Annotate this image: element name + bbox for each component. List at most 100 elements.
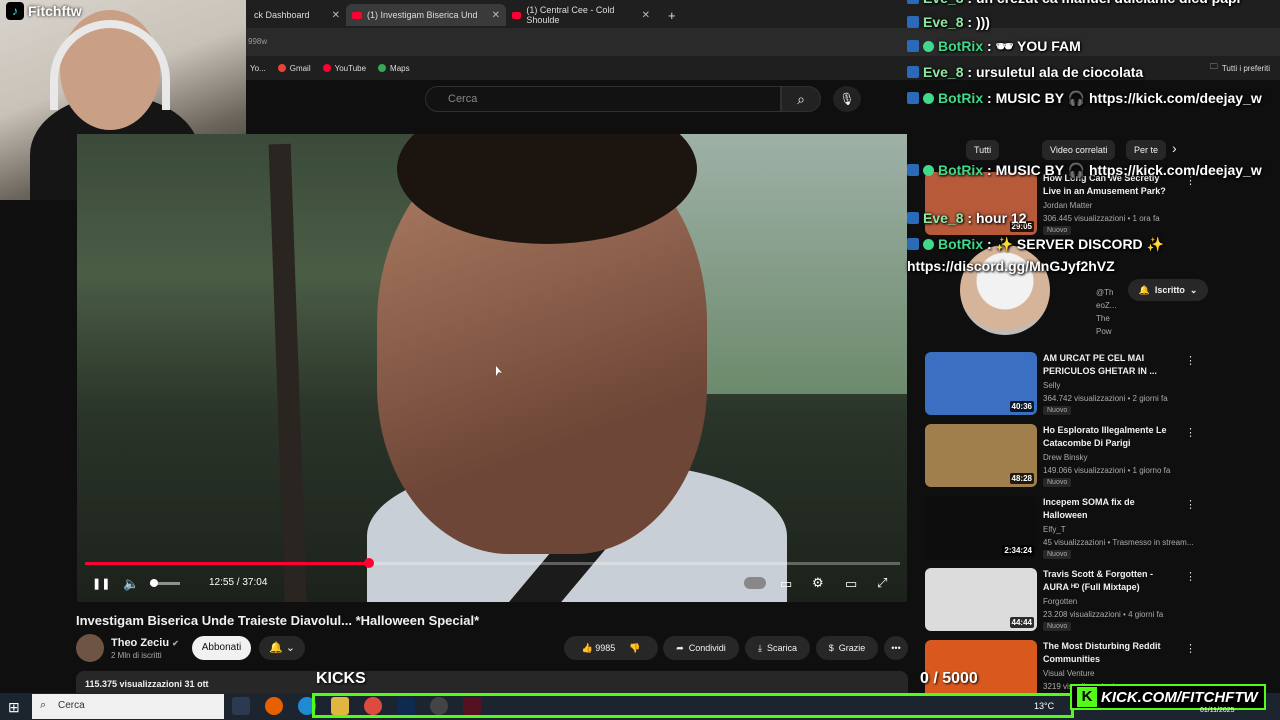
progress-scrubber[interactable] [363,558,374,568]
like-button[interactable]: 👍 9985 [582,643,616,654]
rec-channel[interactable]: Jordan Matter [1043,201,1092,210]
notification-bell-button[interactable]: 🔔 ⌄ [259,636,305,660]
share-label: Condividi [688,643,726,653]
recommendation-item[interactable]: 2:34:24 Incepem SOMA fix de Halloween Elfy… [925,496,1265,560]
search-icon[interactable]: ⌕ [781,86,821,112]
pause-button[interactable]: ❚❚ [92,577,110,590]
stream-overlay-frame [312,693,1074,718]
rec-channel[interactable]: Drew Binsky [1043,453,1087,462]
chip-next-arrow-icon[interactable]: › [1172,140,1177,156]
tab-central-cee[interactable]: (1) Central Cee - Cold Shoulde ✕ [506,4,656,26]
chat-separator: : [963,64,976,80]
rec-channel[interactable]: Visual Venture [1043,669,1094,678]
captions-icon[interactable]: ▭ [780,576,792,592]
video-thumbnail[interactable]: 40:36 [925,352,1037,415]
bookmark-youtube[interactable]: YouTube [322,64,366,73]
volume-knob[interactable] [150,579,158,587]
rec-channel[interactable]: Forgotten [1043,597,1077,606]
channel-avatar[interactable] [76,634,104,662]
search-input[interactable]: Cerca [425,86,781,112]
bookmark-maps[interactable]: Maps [378,64,410,73]
video-player[interactable] [77,134,907,602]
chat-username[interactable]: Eve_8 [923,64,963,80]
tab-kick-dashboard[interactable]: ck Dashboard ✕ [248,4,346,26]
settings-icon[interactable]: ⚙ [812,575,824,591]
rec-title[interactable]: Travis Scott & Forgotten - AURA ᴴᴰ (Full… [1043,568,1173,594]
download-button[interactable]: ⤓ Scarica [745,636,810,660]
tab-youtube-video[interactable]: (1) Investigam Biserica Und ✕ [346,4,506,26]
bookmark-label: Maps [390,63,410,73]
theater-mode-icon[interactable]: ▭ [845,576,857,592]
kick-badge-icon [907,16,919,28]
maps-icon [378,64,387,72]
chevron-down-icon: ⌄ [1189,284,1198,295]
close-tab-icon[interactable]: ✕ [332,10,340,21]
rec-title[interactable]: Incepem SOMA fix de Halloween [1043,496,1173,522]
video-thumbnail[interactable]: 48:28 [925,424,1037,487]
more-options-icon[interactable]: ⋮ [1185,570,1196,583]
video-duration: 40:36 [1009,401,1034,412]
video-thumbnail[interactable]: 44:44 [925,568,1037,631]
more-options-icon[interactable]: ⋮ [1185,498,1196,511]
kick-badge-icon [907,0,919,4]
taskbar-search[interactable]: Cerca [32,694,224,719]
close-tab-icon[interactable]: ✕ [492,10,500,21]
recommendation-item[interactable]: 48:28 Ho Esplorato Illegalmente Le Cataco… [925,424,1265,488]
card-line: The [1096,314,1110,323]
volume-icon[interactable]: 🔈 [123,576,139,592]
chip-all[interactable]: Tutti [966,140,1000,160]
subscribe-button[interactable]: Abbonati [192,636,251,660]
more-options-icon[interactable]: ⋮ [1185,642,1196,655]
chat-separator: : [983,162,996,178]
task-view-icon[interactable] [232,697,250,715]
description-box[interactable]: 115.375 visualizzazioni 31 ott [76,671,908,693]
firefox-icon[interactable] [265,697,283,715]
bookmark-gmail[interactable]: Gmail [277,64,311,73]
channel-name[interactable]: Theo Zeciu ✔ [111,637,179,649]
rec-title[interactable]: Ho Esplorato Illegalmente Le Catacombe D… [1043,424,1173,450]
dislike-button[interactable]: 👎 [629,643,640,654]
all-bookmarks[interactable]: 🗀 Tutti i preferiti [1210,61,1270,75]
kick-badge-icon [907,212,919,224]
more-options-icon[interactable]: ⋮ [1185,426,1196,439]
tab-label: (1) Investigam Biserica Und [367,10,478,20]
mic-icon[interactable]: 🎙 [833,86,861,112]
chat-message: Eve_8 : hour 12 [907,210,1027,226]
chat-username[interactable]: BotRix [938,38,983,54]
rec-channel[interactable]: Selly [1043,381,1060,390]
card-line: eoZ... [1096,301,1117,310]
chat-username[interactable]: BotRix [938,236,983,252]
share-button[interactable]: ➦ Condividi [663,636,739,660]
rec-title[interactable]: The Most Disturbing Reddit Communities [1043,640,1173,666]
close-tab-icon[interactable]: ✕ [642,10,650,21]
more-options-icon[interactable]: ⋮ [1185,354,1196,367]
recommendation-item[interactable]: 40:36 AM URCAT PE CEL MAI PERICULOS GHETA… [925,352,1265,416]
chat-username[interactable]: BotRix [938,90,983,106]
autoplay-toggle[interactable] [744,577,766,589]
bookmark-yo[interactable]: Yo... [250,64,266,73]
verified-bot-icon [923,93,934,104]
chip-related[interactable]: Video correlati [1042,140,1116,160]
address-bar[interactable]: 998w [246,28,1280,56]
subscribed-button[interactable]: 🔔 Iscritto ⌄ [1128,279,1208,301]
chip-for-you[interactable]: Per te [1126,140,1167,160]
fullscreen-icon[interactable]: ⤢ [877,575,887,591]
recommendation-item[interactable]: 29:05 How Long Can We Secretly Live in an… [925,172,1265,236]
chat-username[interactable]: Eve_8 [923,210,963,226]
chat-username[interactable]: BotRix [938,162,983,178]
recommendation-item[interactable]: 44:44 Travis Scott & Forgotten - AURA ᴴᴰ … [925,568,1265,632]
thanks-button[interactable]: $ Grazie [816,636,878,660]
windows-start-icon[interactable]: ⊞ [8,699,20,716]
chat-username[interactable]: Eve_8 [923,14,963,30]
rec-channel[interactable]: Elfy_T [1043,525,1066,534]
chat-message: BotRix : 🕶 YOU FAM [907,38,1081,55]
more-actions-button[interactable]: ••• [884,636,908,660]
tab-label: (1) Central Cee - Cold Shoulde [526,5,615,25]
chat-message: https://discord.gg/MnGJyf2hVZ [907,258,1115,274]
new-tab-button[interactable]: + [662,4,682,26]
chat-text: un crezut ca manuel dulcianic dicu papi [976,0,1241,6]
rec-title[interactable]: AM URCAT PE CEL MAI PERICULOS GHETAR IN … [1043,352,1173,378]
video-thumbnail[interactable]: 2:34:24 [925,496,1037,559]
chat-text: MUSIC BY 🎧 https://kick.com/deejay_w [995,162,1262,178]
chat-username[interactable]: Eve_8 [923,0,963,6]
